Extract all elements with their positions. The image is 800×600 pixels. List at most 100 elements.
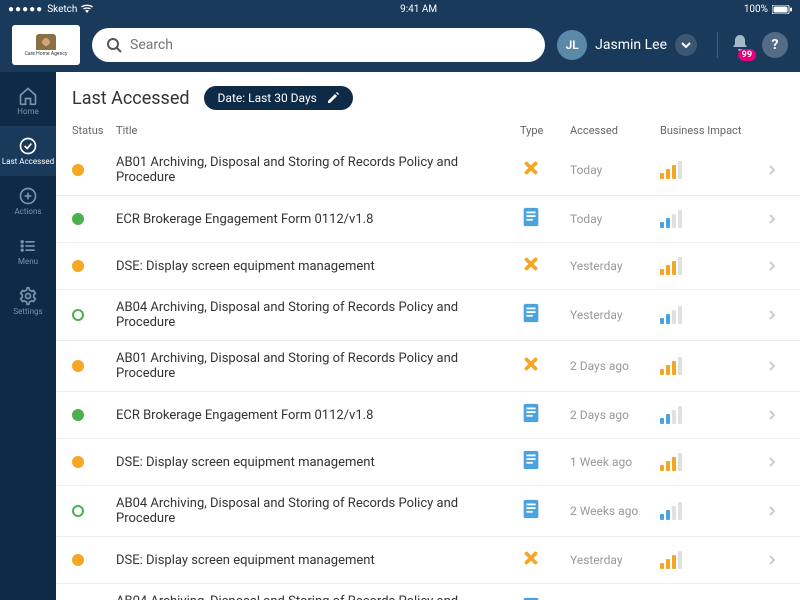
status-cell (72, 360, 116, 372)
table-row[interactable]: AB04 Archiving, Disposal and Storing of … (56, 486, 800, 537)
plus-circle-icon (18, 186, 38, 206)
notifications-button[interactable]: 99 (730, 33, 750, 57)
user-name: Jasmin Lee (595, 37, 667, 53)
gear-icon (18, 286, 38, 306)
type-cell (520, 302, 570, 328)
title-cell: ECR Brokerage Engagement Form 0112/v1.8 (116, 408, 520, 423)
divider (717, 32, 718, 58)
table-row[interactable]: AB04 Archiving, Disposal and Storing of … (56, 584, 800, 600)
status-cell (72, 456, 116, 468)
title-cell: AB01 Archiving, Disposal and Storing of … (116, 155, 520, 185)
history-icon (18, 136, 38, 156)
notification-count-badge: 99 (738, 49, 756, 61)
sidebar-item-settings[interactable]: Settings (0, 276, 56, 326)
title-cell: DSE: Display screen equipment management (116, 259, 520, 274)
status-bar: ●●●●● Sketch 9:41 AM 100% (0, 0, 800, 18)
sidebar-item-label: Settings (13, 308, 42, 317)
status-dot-icon (72, 164, 84, 176)
rows-container: AB01 Archiving, Disposal and Storing of … (56, 145, 800, 600)
chevron-right-icon (760, 309, 784, 321)
col-accessed: Accessed (570, 124, 660, 137)
title-cell: DSE: Display screen equipment management (116, 553, 520, 568)
clock: 9:41 AM (400, 4, 437, 15)
chevron-right-icon (760, 456, 784, 468)
impact-cell (660, 551, 760, 569)
chevron-right-icon (760, 554, 784, 566)
brand-logo[interactable]: Care Home Agency (12, 25, 80, 65)
battery-percent: 100% (744, 4, 768, 15)
table-row[interactable]: AB01 Archiving, Disposal and Storing of … (56, 145, 800, 196)
chevron-right-icon (760, 409, 784, 421)
sidebar-item-label: Actions (14, 208, 41, 217)
table-row[interactable]: DSE: Display screen equipment management… (56, 243, 800, 290)
search-input[interactable] (130, 37, 531, 53)
status-dot-icon (72, 213, 84, 225)
chevron-right-icon (760, 260, 784, 272)
avatar: JL (557, 30, 587, 60)
date-filter-chip[interactable]: Date: Last 30 Days (204, 86, 353, 110)
status-cell (72, 213, 116, 225)
accessed-cell: Today (570, 212, 660, 226)
sidebar-item-home[interactable]: Home (0, 76, 56, 126)
battery-icon (772, 5, 792, 14)
status-cell (72, 409, 116, 421)
table-row[interactable]: ECR Brokerage Engagement Form 0112/v1.8 2… (56, 392, 800, 439)
sidebar-item-last-accessed[interactable]: Last Accessed (0, 126, 56, 176)
accessed-cell: 2 Days ago (570, 359, 660, 373)
brand-name: Care Home Agency (25, 51, 68, 57)
accessed-cell: Today (570, 163, 660, 177)
table-row[interactable]: DSE: Display screen equipment management… (56, 439, 800, 486)
table-row[interactable]: AB04 Archiving, Disposal and Storing of … (56, 290, 800, 341)
tools-icon (520, 364, 542, 379)
accessed-cell: Yesterday (570, 259, 660, 273)
sidebar-item-actions[interactable]: Actions (0, 176, 56, 226)
type-cell (520, 206, 570, 232)
type-cell (520, 157, 570, 183)
status-dot-icon (72, 409, 84, 421)
accessed-cell: Yesterday (570, 308, 660, 322)
table-row[interactable]: AB01 Archiving, Disposal and Storing of … (56, 341, 800, 392)
status-cell (72, 554, 116, 566)
column-headers: Status Title Type Accessed Business Impa… (56, 120, 800, 145)
impact-cell (660, 357, 760, 375)
impact-cell (660, 453, 760, 471)
help-button[interactable]: ? (762, 32, 788, 58)
impact-cell (660, 502, 760, 520)
document-icon (520, 313, 542, 328)
sidebar-item-menu[interactable]: Menu (0, 226, 56, 276)
accessed-cell: 1 Week ago (570, 455, 660, 469)
user-menu[interactable]: JL Jasmin Lee (557, 30, 697, 60)
tools-icon (520, 168, 542, 183)
type-cell (520, 498, 570, 524)
search-icon (106, 37, 122, 53)
search-bar[interactable] (92, 28, 545, 62)
signal-dots-icon: ●●●●● (8, 4, 43, 15)
accessed-cell: 2 Days ago (570, 408, 660, 422)
sidebar-item-label: Menu (18, 258, 38, 267)
brand-mark-icon (36, 34, 56, 50)
impact-cell (660, 257, 760, 275)
page-title: Last Accessed (72, 88, 190, 109)
chevron-right-icon (760, 213, 784, 225)
title-cell: AB04 Archiving, Disposal and Storing of … (116, 300, 520, 330)
carrier-label: Sketch (47, 4, 77, 15)
title-cell: DSE: Display screen equipment management (116, 455, 520, 470)
edit-icon (327, 92, 339, 104)
document-icon (520, 460, 542, 475)
table-row[interactable]: ECR Brokerage Engagement Form 0112/v1.8 T… (56, 196, 800, 243)
title-cell: ECR Brokerage Engagement Form 0112/v1.8 (116, 212, 520, 227)
chevron-down-icon (675, 34, 697, 56)
col-title: Title (116, 124, 520, 137)
col-type: Type (520, 124, 570, 137)
home-icon (18, 86, 38, 106)
title-cell: AB04 Archiving, Disposal and Storing of … (116, 496, 520, 526)
list-icon (18, 236, 38, 256)
status-dot-icon (72, 456, 84, 468)
document-icon (520, 413, 542, 428)
wifi-icon (81, 4, 93, 14)
table-row[interactable]: DSE: Display screen equipment management… (56, 537, 800, 584)
type-cell (520, 596, 570, 600)
main-content: Last Accessed Date: Last 30 Days Status … (56, 72, 800, 600)
type-cell (520, 353, 570, 379)
col-impact: Business Impact (660, 124, 760, 137)
